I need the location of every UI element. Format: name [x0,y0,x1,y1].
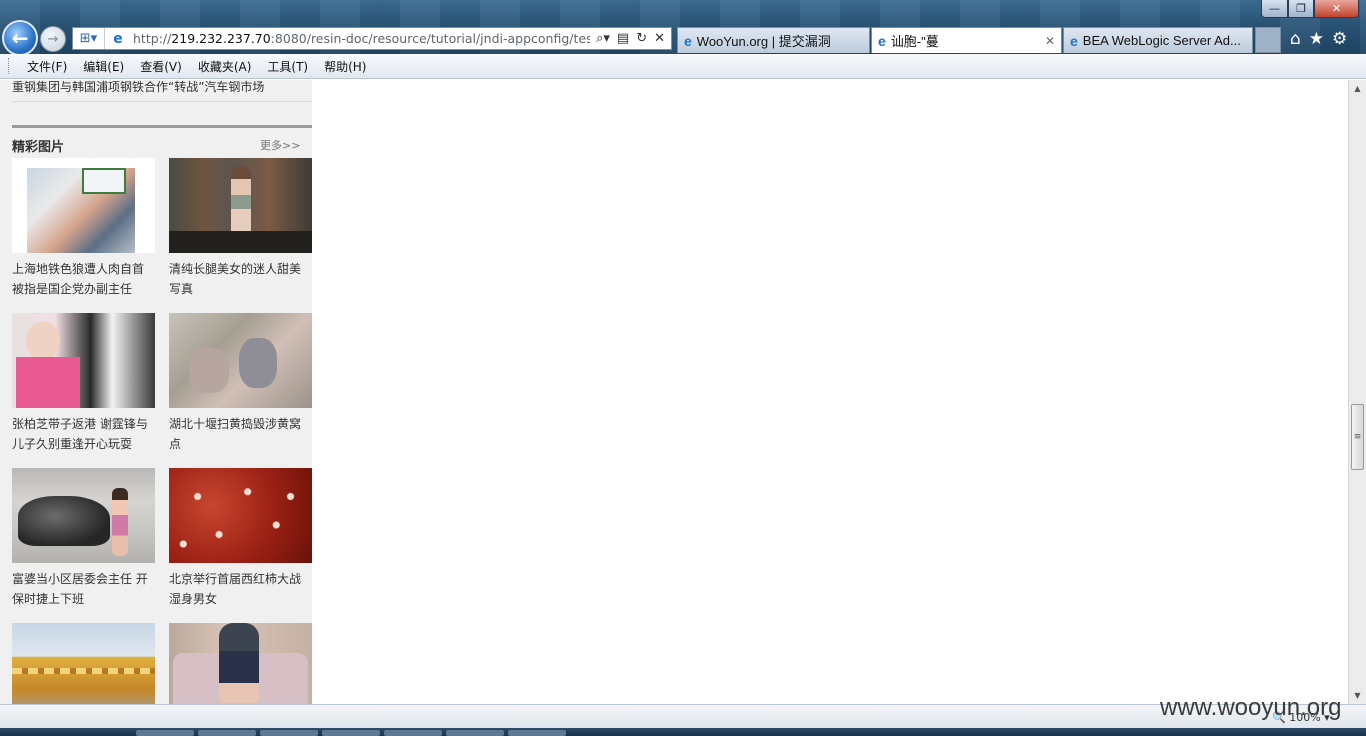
taskbar-button[interactable] [508,730,566,736]
close-tab-icon[interactable]: ✕ [1039,34,1055,48]
tab-label: WooYun.org | 提交漏洞 [696,34,831,49]
sidebar-column: 重钢集团与韩国浦项钢铁合作“转战”汽车钢市场 精彩图片 更多>> 上海地铁色狼遭… [0,80,312,704]
photo-detail [16,357,80,408]
url-host: 219.232.237.70 [171,31,271,46]
ie-tab-icon: e [878,32,886,49]
gallery-item[interactable]: 清纯长腿美女的迷人甜美写真 [169,158,312,299]
tomato-fight-photo [169,468,312,563]
menu-file[interactable]: 文件(F) [19,58,75,75]
compat-icon[interactable]: ▤ [617,31,629,46]
gallery-item[interactable]: 上海地铁色狼遭人肉自首 被指是国企党办副主任 [12,158,155,299]
section-divider [12,125,312,128]
gallery-caption[interactable]: 张柏芝带子返港 谢霆锋与儿子久别重逢开心玩耍 [12,414,155,454]
gallery-thumbnail[interactable] [169,158,312,253]
address-url[interactable]: http://219.232.237.70:8080/resin-doc/res… [127,31,590,46]
tab-weblogic[interactable]: e BEA WebLogic Server Ad... [1063,27,1253,53]
photo-detail [112,488,128,556]
home-icon[interactable]: ⌂ [1290,29,1301,49]
taskbar-button[interactable] [198,730,256,736]
tab-label: BEA WebLogic Server Ad... [1082,33,1241,48]
menu-view[interactable]: 查看(V) [132,58,190,75]
add-tab-icon: ⊞▾ [79,31,98,46]
scroll-thumb[interactable]: ≡ [1351,404,1364,470]
car-photo [18,496,110,546]
more-link[interactable]: 更多>> [260,137,300,153]
scroll-down-icon[interactable]: ▼ [1349,687,1366,704]
gallery-caption[interactable]: 湖北十堰扫黄捣毁涉黄窝点 [169,414,312,454]
url-prefix: http:// [133,31,172,46]
search-icon[interactable]: ⌕▾ [596,31,610,46]
gallery-thumbnail[interactable] [169,623,312,704]
toolbar-right-icons: ⌂ ★ ⚙ [1290,29,1347,49]
gallery-item[interactable]: 北京举行首届西红柿大战 湿身男女 [169,468,312,609]
scroll-up-icon[interactable]: ▲ [1349,80,1366,97]
menu-bar: 文件(F) 编辑(E) 查看(V) 收藏夹(A) 工具(T) 帮助(H) [0,54,1366,79]
windows-taskbar [0,728,1366,736]
gallery-item[interactable]: 富婆当小区居委会主任 开保时捷上下班 [12,468,155,609]
tab-current[interactable]: e 讪胞-"蔓 ✕ [871,27,1062,53]
gallery-thumbnail[interactable] [12,623,155,704]
gallery-thumbnail[interactable] [169,468,312,563]
taskbar-button[interactable] [136,730,194,736]
stop-icon[interactable]: ✕ [654,31,665,46]
gallery-item[interactable]: 张柏芝带子返港 谢霆锋与儿子久别重逢开心玩耍 [12,313,155,454]
address-bar[interactable]: ⊞▾ e http://219.232.237.70:8080/resin-do… [72,27,672,50]
vertical-scrollbar[interactable]: ▲ ≡ ▼ [1348,80,1366,704]
gallery-thumbnail[interactable] [12,313,155,408]
forward-button[interactable]: → [40,26,66,52]
menu-grip [8,58,11,74]
raid-photo [189,348,229,393]
minimize-icon: — [1269,2,1280,15]
refresh-icon[interactable]: ↻ [636,31,647,46]
gallery-item[interactable] [169,623,312,704]
model-photo [231,166,251,238]
gallery-item[interactable]: 湖北十堰扫黄捣毁涉黄窝点 [169,313,312,454]
gallery-caption[interactable]: 清纯长腿美女的迷人甜美写真 [169,259,312,299]
gallery-caption[interactable]: 北京举行首届西红柿大战 湿身男女 [169,569,312,609]
new-tab-button[interactable] [1255,27,1281,53]
tab-label: 讪胞-"蔓 [890,34,939,49]
url-path: :8080/resin-doc/resource/tutorial/jndi-a… [270,31,591,46]
menu-favorites[interactable]: 收藏夹(A) [190,58,260,75]
close-window-button[interactable]: ✕ [1314,0,1359,18]
maximize-button[interactable]: ❐ [1288,0,1314,18]
gallery-item[interactable] [12,623,155,704]
gallery-thumbnail[interactable] [12,158,155,253]
compat-view-button[interactable]: ⊞▾ [73,28,105,49]
tab-wooyun[interactable]: e WooYun.org | 提交漏洞 [677,27,870,53]
taskbar-button[interactable] [384,730,442,736]
page-content: 重钢集团与韩国浦项钢铁合作“转战”汽车钢市场 精彩图片 更多>> 上海地铁色狼遭… [0,80,1348,704]
favorites-icon[interactable]: ★ [1309,29,1324,49]
forward-icon: → [47,31,59,47]
celebrity-photo [26,321,60,361]
ie-tab-icon: e [684,32,692,49]
menu-edit[interactable]: 编辑(E) [75,58,132,75]
section-title: 精彩图片 [12,140,65,155]
subway-photo [27,168,135,253]
gallery-caption[interactable]: 富婆当小区居委会主任 开保时捷上下班 [12,569,155,609]
maximize-icon: ❐ [1296,2,1306,15]
taskbar-button[interactable] [446,730,504,736]
ie-page-icon: e [113,30,123,47]
menu-help[interactable]: 帮助(H) [316,58,374,75]
gallery-thumbnail[interactable] [12,468,155,563]
news-headline-link[interactable]: 重钢集团与韩国浦项钢铁合作“转战”汽车钢市场 [12,80,312,102]
photo-detail [219,623,259,703]
tools-icon[interactable]: ⚙ [1332,29,1347,49]
taskbar-button[interactable] [260,730,318,736]
gallery-caption[interactable]: 上海地铁色狼遭人肉自首 被指是国企党办副主任 [12,259,155,299]
photo-detail [239,338,277,388]
taskbar-button[interactable] [322,730,380,736]
back-button[interactable]: ← [2,20,38,56]
back-icon: ← [11,26,29,50]
close-icon: ✕ [1331,2,1342,15]
menu-tools[interactable]: 工具(T) [259,58,316,75]
ie-tab-icon: e [1070,32,1078,49]
gallery-thumbnail[interactable] [169,313,312,408]
minimize-button[interactable]: — [1261,0,1288,18]
watermark-text: www.wooyun.org [1160,694,1342,721]
